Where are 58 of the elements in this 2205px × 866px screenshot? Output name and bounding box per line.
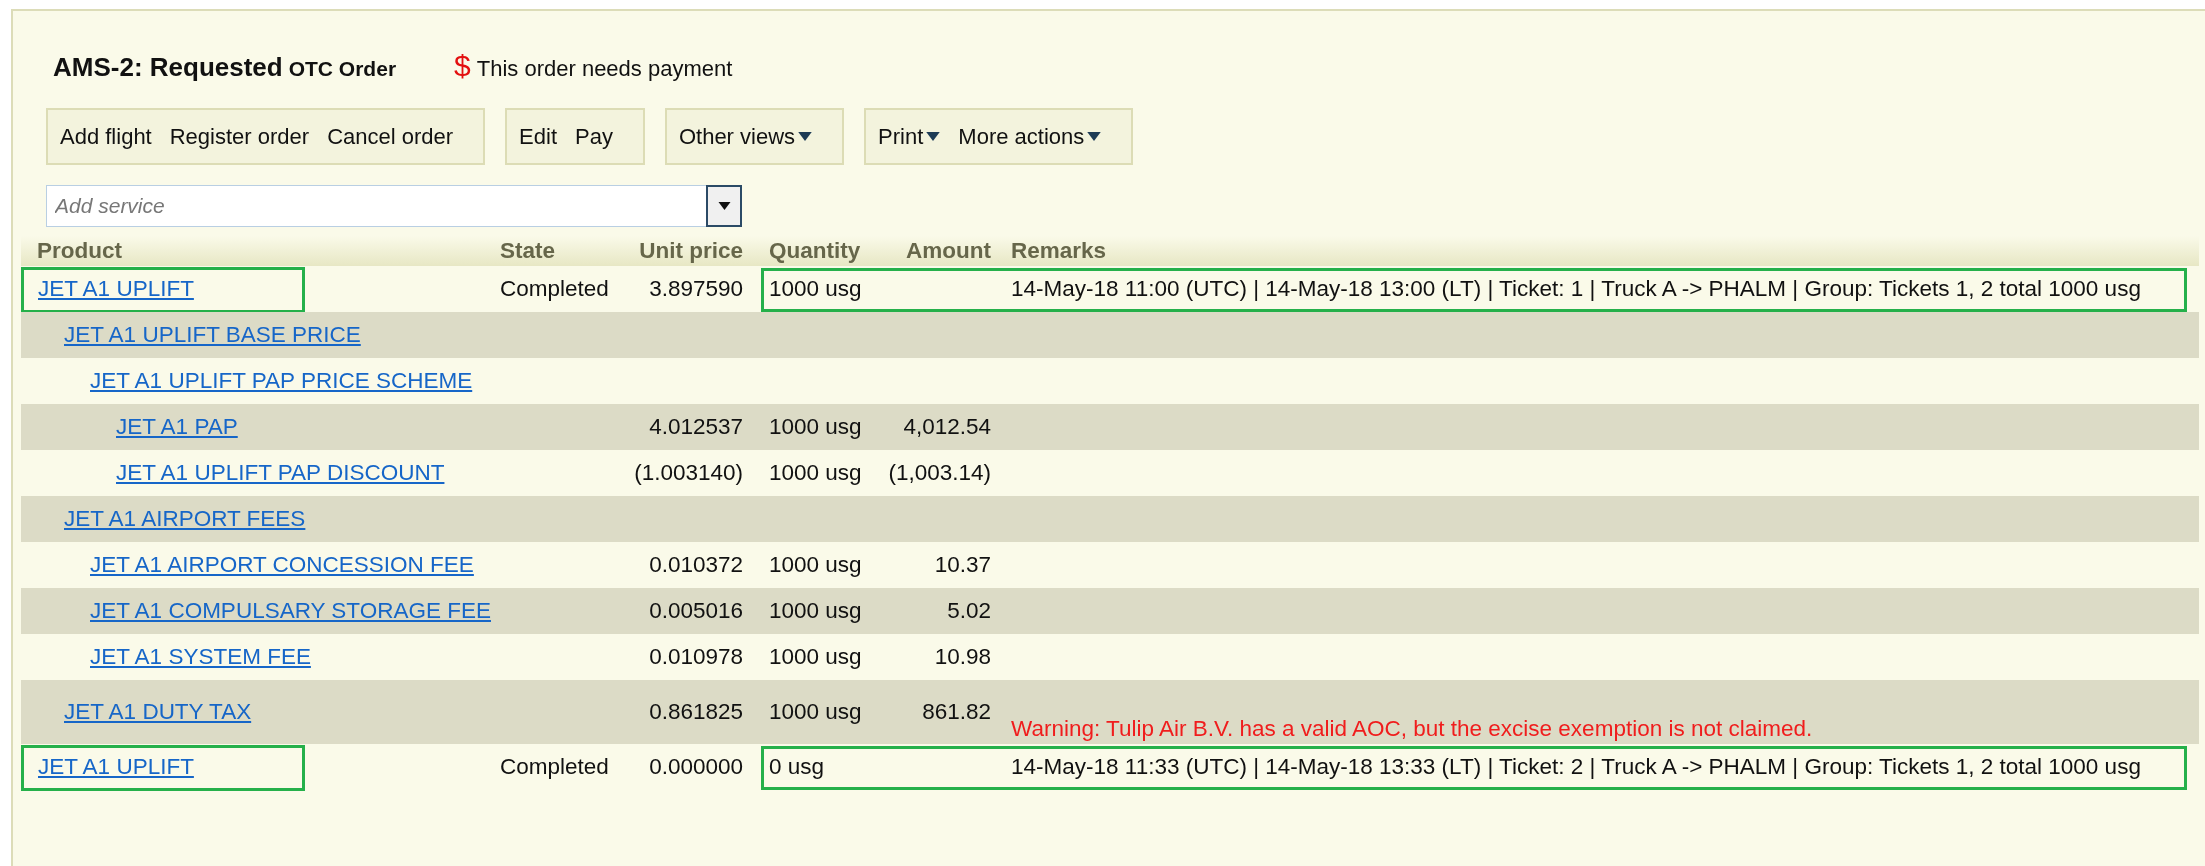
- quantity: 1000 usg: [769, 699, 862, 724]
- column-header: Quantity: [751, 236, 881, 266]
- toolbar-button[interactable]: Cancel order: [321, 119, 466, 154]
- state-text: Completed: [500, 754, 609, 779]
- caret-icon: [717, 202, 731, 210]
- state-text: Completed: [500, 276, 609, 301]
- quantity: 0 usg: [769, 754, 825, 779]
- unit-price: 0.010372: [649, 552, 743, 577]
- quantity: 1000 usg: [769, 276, 862, 301]
- toolbar-button[interactable]: Add flight: [54, 119, 164, 154]
- dropdown-button[interactable]: [706, 185, 742, 227]
- amount: 4,012.54: [903, 414, 991, 439]
- unit-price: 4.012537: [649, 414, 743, 439]
- product-link[interactable]: JET A1 UPLIFT PAP PRICE SCHEME: [90, 368, 473, 393]
- toolbar-button[interactable]: Edit: [513, 119, 569, 154]
- product-link[interactable]: JET A1 DUTY TAX: [64, 699, 252, 724]
- column-header: Amount: [881, 236, 999, 266]
- quantity: 1000 usg: [769, 414, 862, 439]
- menu-button[interactable]: Print: [872, 119, 953, 154]
- amount: 861.82: [922, 699, 991, 724]
- remarks-text: 14-May-18 11:00 (UTC) | 14-May-18 13:00 (LT) | Ticket: 1 | Truck A -> PHALM | Group: Tickets 1, 2 total 1000 usg: [1011, 276, 2141, 301]
- menu-button[interactable]: Other views: [672, 119, 825, 154]
- product-link[interactable]: JET A1 UPLIFT: [38, 276, 194, 301]
- product-link[interactable]: JET A1 UPLIFT PAP DISCOUNT: [116, 460, 445, 485]
- quantity: 1000 usg: [769, 644, 862, 669]
- order-type: OTC Order: [288, 57, 397, 81]
- quantity: 1000 usg: [769, 598, 862, 623]
- unit-price: 0.010978: [649, 644, 743, 669]
- caret-icon: [1087, 132, 1102, 141]
- unit-price: 3.897590: [649, 276, 743, 301]
- remarks-text: 14-May-18 11:33 (UTC) | 14-May-18 13:33 (LT) | Ticket: 2 | Truck A -> PHALM | Group: Tickets 1, 2 total 1000 usg: [1011, 754, 2141, 779]
- order-title: AMS-2: Requested: [53, 52, 283, 83]
- product-link[interactable]: JET A1 AIRPORT CONCESSION FEE: [90, 552, 474, 577]
- payment-notice: This order needs payment: [476, 56, 733, 82]
- product-link[interactable]: JET A1 SYSTEM FEE: [90, 644, 311, 669]
- payment-icon: $: [454, 49, 471, 83]
- amount: (1,003.14): [888, 460, 991, 485]
- toolbar-button[interactable]: Register order: [163, 119, 322, 154]
- warning-text: Warning: Tulip Air B.V. has a valid AOC, but the excise exemption is not claimed.: [1011, 716, 1813, 742]
- amount: 10.37: [934, 552, 991, 577]
- menu-button[interactable]: More actions: [952, 119, 1114, 154]
- product-link[interactable]: JET A1 PAP: [116, 414, 238, 439]
- column-header: Unit price: [631, 236, 751, 266]
- quantity: 1000 usg: [769, 552, 862, 577]
- product-link[interactable]: JET A1 UPLIFT: [38, 754, 194, 779]
- unit-price: 0.005016: [649, 598, 743, 623]
- amount: 5.02: [947, 598, 991, 623]
- caret-icon: [926, 132, 941, 141]
- toolbar-button[interactable]: Pay: [569, 119, 625, 154]
- caret-icon: [798, 132, 813, 141]
- unit-price: 0.000000: [649, 754, 743, 779]
- unit-price: 0.861825: [649, 699, 743, 724]
- column-header: Product: [21, 236, 491, 266]
- column-header: State: [491, 236, 631, 266]
- quantity: 1000 usg: [769, 460, 862, 485]
- column-header: Remarks: [999, 236, 2199, 266]
- unit-price: (1.003140): [634, 460, 743, 485]
- amount: 10.98: [934, 644, 991, 669]
